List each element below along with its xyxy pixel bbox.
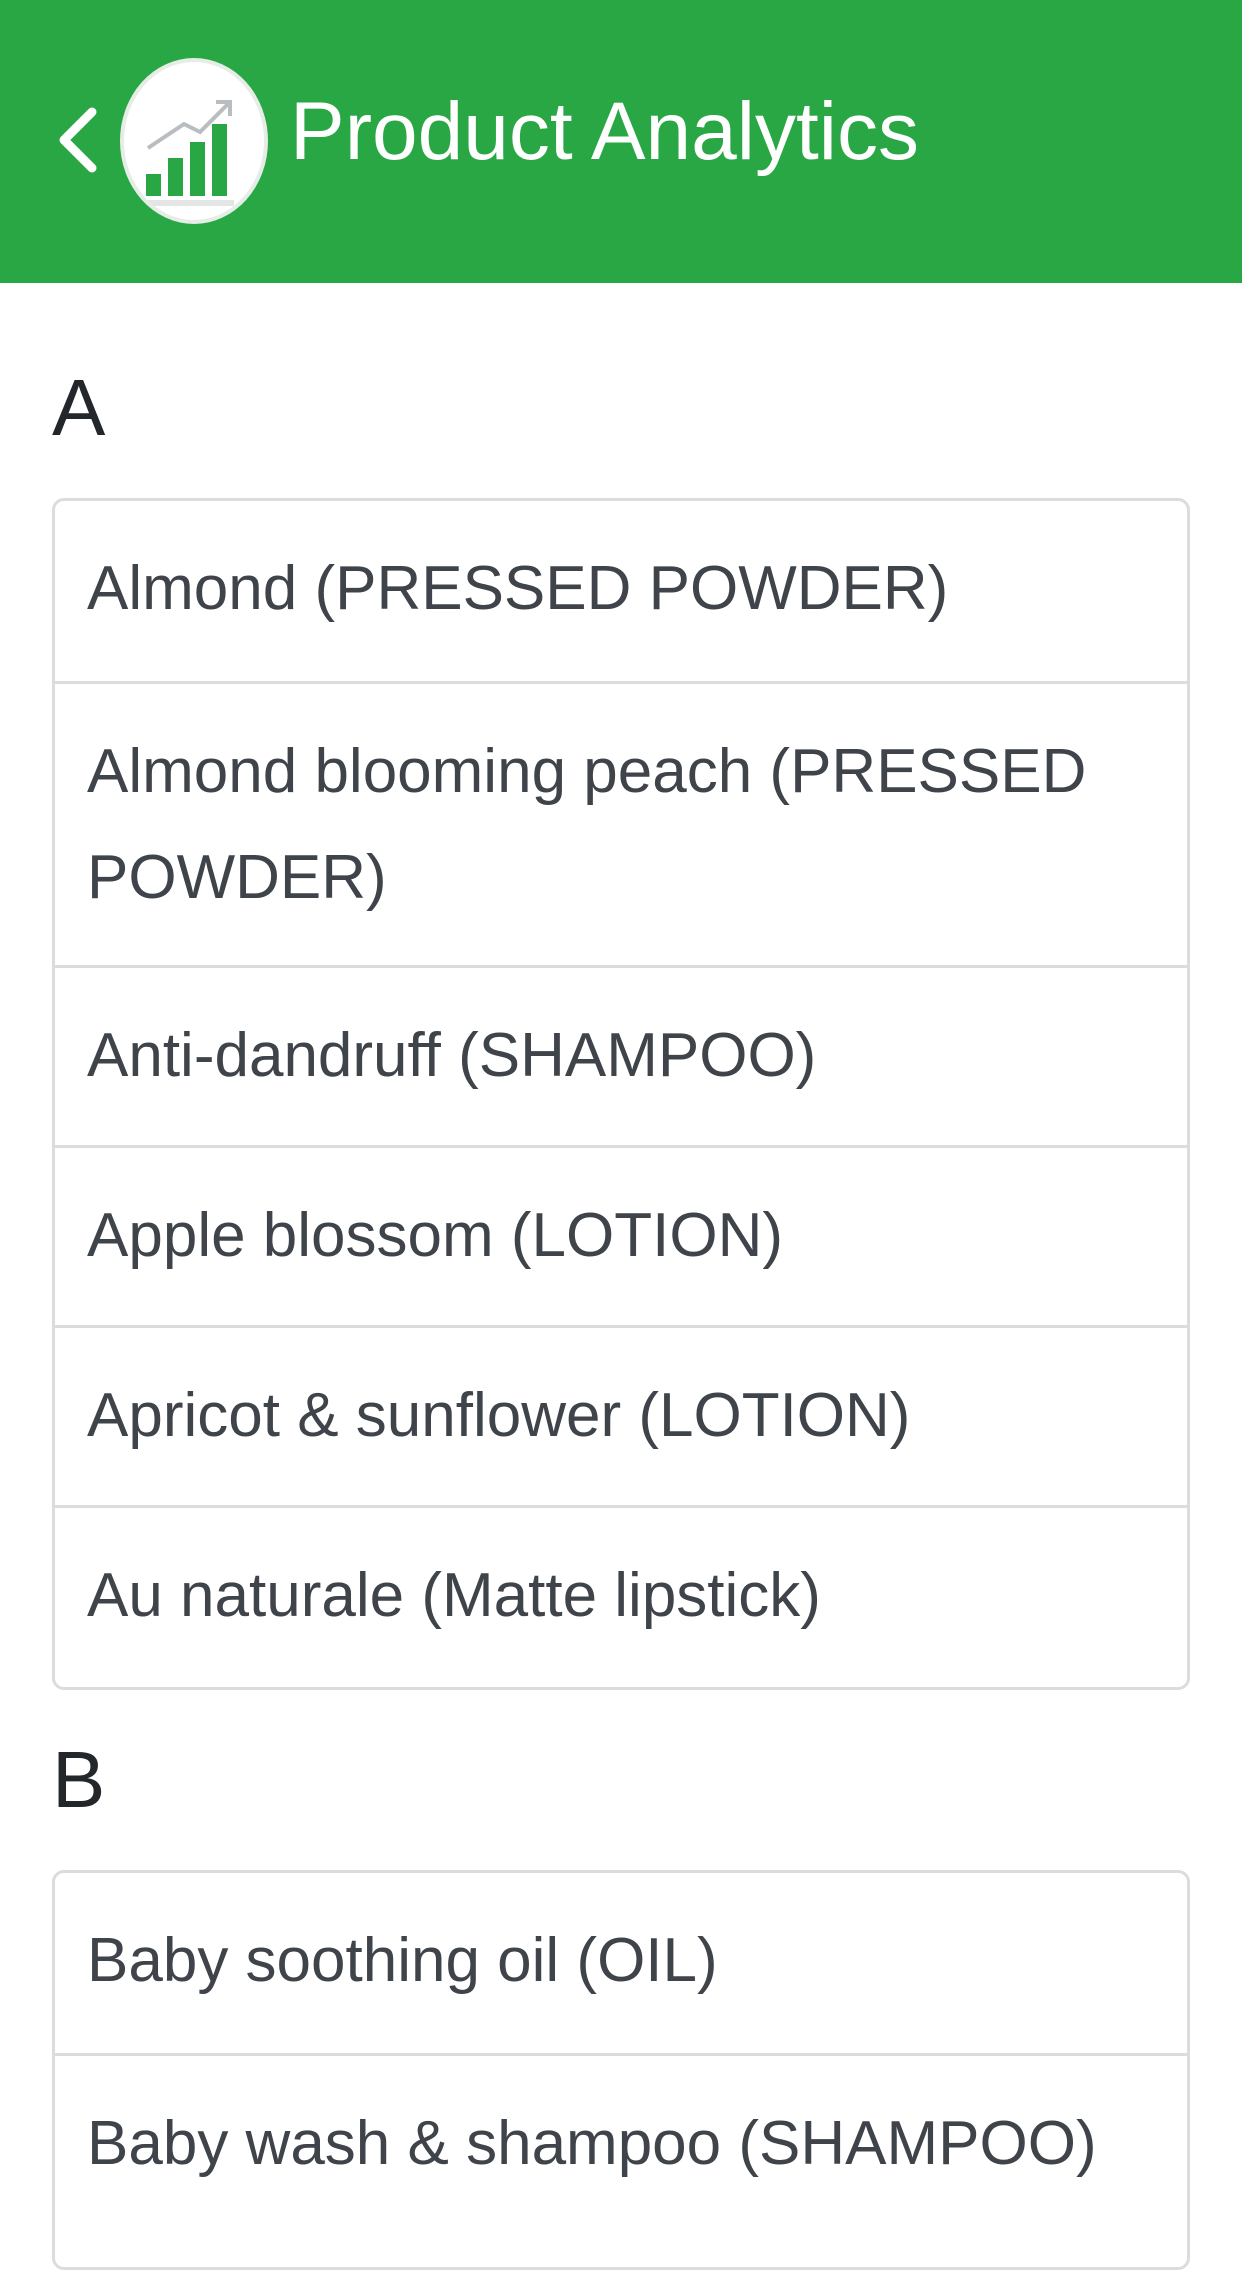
app-logo (120, 58, 268, 224)
list-item[interactable]: Anti-dandruff (SHAMPOO) (55, 965, 1187, 1145)
list-item[interactable]: Baby wash & shampoo (SHAMPOO) (55, 2053, 1187, 2233)
list-item[interactable]: Au naturale (Matte lipstick) (55, 1505, 1187, 1685)
list-item[interactable]: Almond (PRESSED POWDER) (55, 501, 1187, 681)
list-item[interactable]: Apple blossom (LOTION) (55, 1145, 1187, 1325)
chevron-left-icon (59, 107, 97, 173)
page-title: Product Analytics (290, 86, 919, 177)
product-list-b: Baby soothing oil (OIL) Baby wash & sham… (52, 1870, 1190, 2270)
list-item[interactable]: Apricot & sunflower (LOTION) (55, 1325, 1187, 1505)
back-button[interactable] (52, 100, 112, 180)
section-header-b: B (52, 1735, 106, 1824)
product-list-a: Almond (PRESSED POWDER) Almond blooming … (52, 498, 1190, 1690)
section-header-a: A (52, 363, 106, 452)
list-item[interactable]: Baby soothing oil (OIL) (55, 1873, 1187, 2053)
app-bar: Product Analytics (0, 0, 1242, 283)
bar-chart-growth-icon (142, 100, 234, 206)
list-item[interactable]: Almond blooming peach (PRESSED POWDER) (55, 681, 1187, 965)
